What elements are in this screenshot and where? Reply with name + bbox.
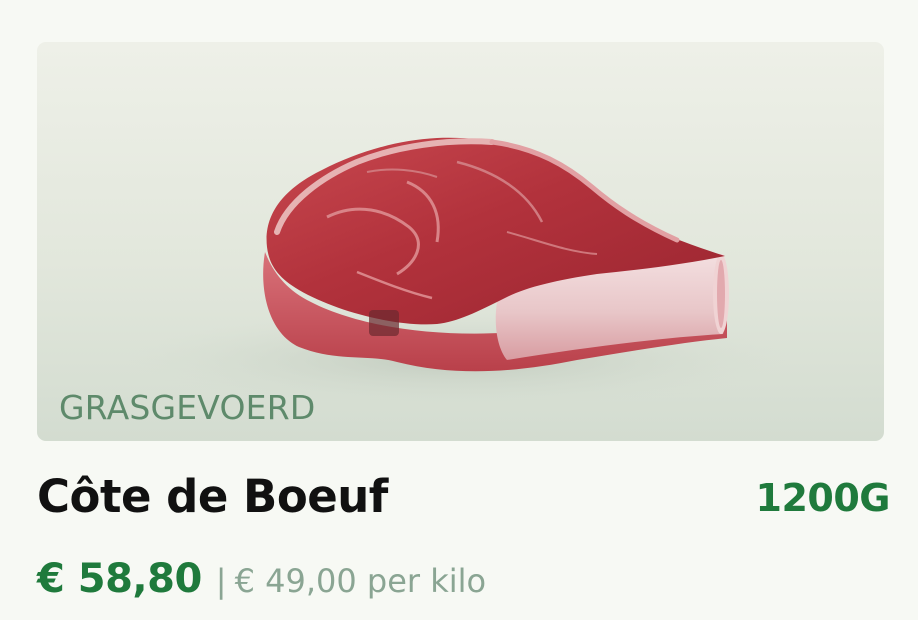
product-title[interactable]: Côte de Boeuf bbox=[37, 470, 388, 523]
price-row: € 58,80 | € 49,00 per kilo bbox=[37, 556, 486, 602]
product-tag: GRASGEVOERD bbox=[59, 388, 316, 427]
product-card[interactable]: GRASGEVOERD Côte de Boeuf 1200G € 58,80 … bbox=[0, 0, 918, 620]
steak-illustration bbox=[127, 137, 787, 408]
product-price: € 58,80 bbox=[37, 556, 202, 602]
unit-price: € 49,00 per kilo bbox=[234, 562, 487, 600]
product-weight: 1200G bbox=[755, 476, 891, 520]
product-image[interactable]: GRASGEVOERD bbox=[37, 42, 884, 441]
price-separator: | bbox=[215, 562, 227, 600]
